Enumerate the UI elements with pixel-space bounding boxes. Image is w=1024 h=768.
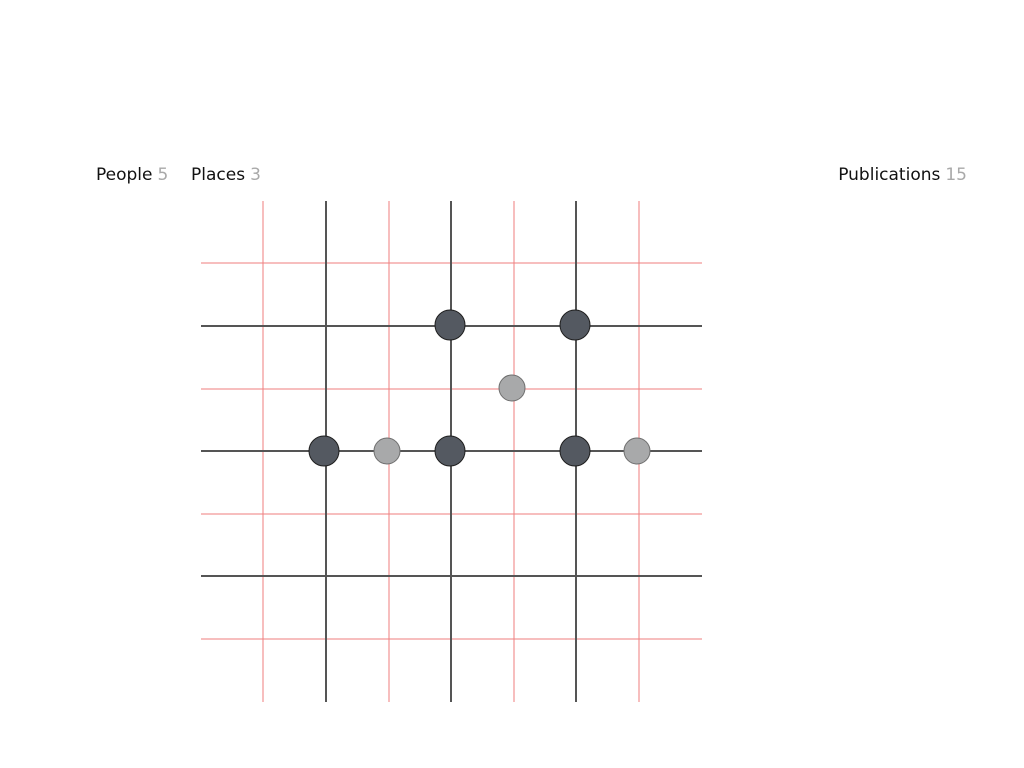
- place-node[interactable]: [498, 374, 526, 402]
- place-node[interactable]: [623, 437, 651, 465]
- person-node[interactable]: [308, 435, 340, 467]
- person-node[interactable]: [434, 435, 466, 467]
- network-grid: [201, 201, 702, 702]
- network-nodes: [308, 309, 651, 467]
- person-node[interactable]: [559, 309, 591, 341]
- person-node[interactable]: [559, 435, 591, 467]
- person-node[interactable]: [434, 309, 466, 341]
- place-node[interactable]: [373, 437, 401, 465]
